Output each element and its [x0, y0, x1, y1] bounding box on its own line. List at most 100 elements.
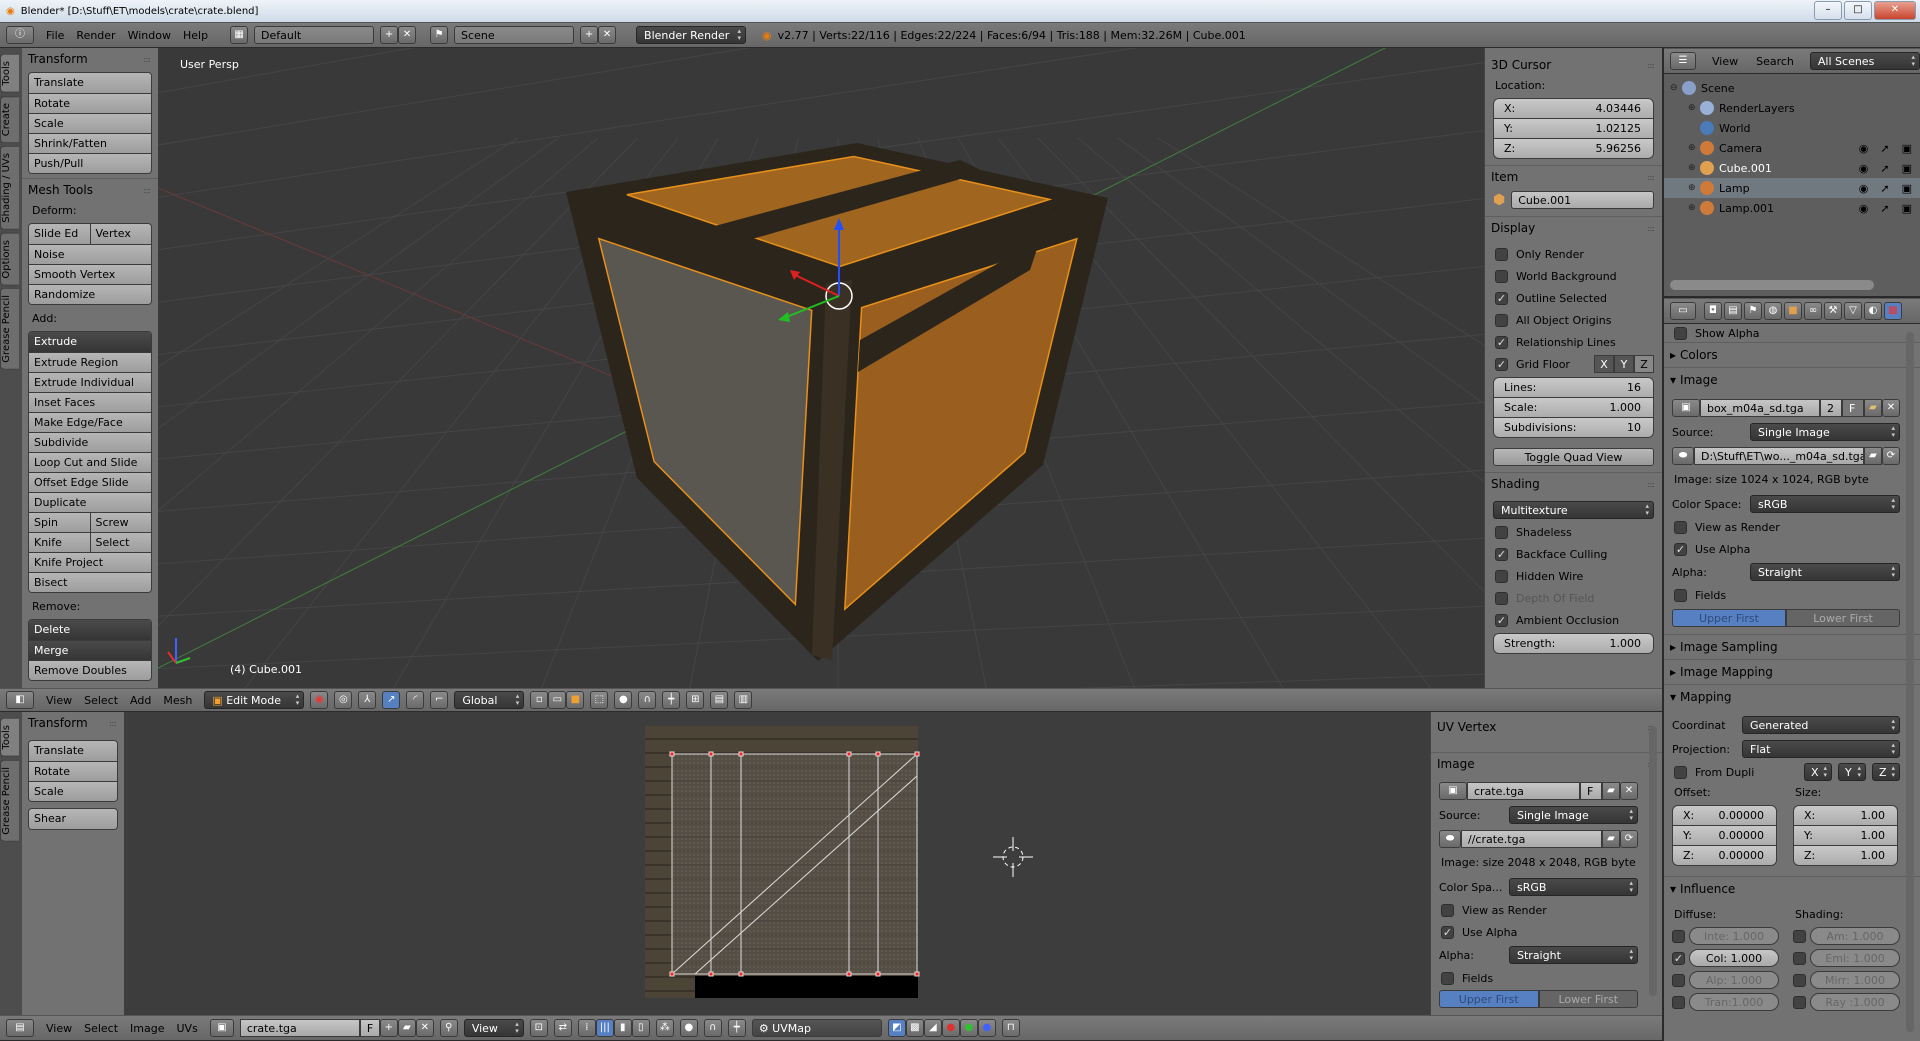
maximize-button[interactable]: □ — [1844, 1, 1872, 20]
scale-button[interactable]: Scale — [29, 114, 151, 133]
knife-button[interactable]: Knife — [29, 533, 90, 552]
extrude-button[interactable]: Extrude — [29, 332, 151, 352]
new-image-icon[interactable]: + — [379, 1019, 398, 1037]
island-select-mode-icon[interactable]: ▯ — [631, 1019, 650, 1037]
grid-floor-checkbox[interactable]: ✓ — [1495, 357, 1508, 371]
fake-user-button[interactable]: F — [1842, 399, 1864, 417]
offset-edge-slide-button[interactable]: Offset Edge Slide — [29, 473, 151, 492]
grid-axis-y-toggle[interactable]: Y — [1614, 355, 1634, 373]
slide-ed-button[interactable]: Slide Ed — [29, 224, 90, 244]
expand-icon[interactable]: ⊕ — [1688, 183, 1700, 193]
reload-image-icon[interactable]: ⟳ — [1882, 447, 1900, 465]
uv-snap-icon[interactable]: ∩ — [703, 1019, 722, 1037]
col-1-000-slider[interactable]: Col: 1.000 — [1689, 949, 1779, 967]
shadeless-checkbox[interactable] — [1495, 525, 1508, 539]
draw-uv-overlay-icon[interactable]: ◩ — [887, 1019, 906, 1037]
inte-1-000-slider[interactable]: Inte: 1.000 — [1689, 927, 1779, 945]
emi-1-000-slider[interactable]: Emi: 1.000 — [1810, 949, 1900, 967]
view-mode-dropdown[interactable]: View — [463, 1019, 524, 1037]
outliner-item-lamp-001[interactable]: ⊕ Lamp.001 ◉ ➚ ▣ — [1664, 198, 1920, 218]
z-field[interactable]: Z: 0.00000 — [1673, 845, 1776, 865]
mesh-tools-panel-header[interactable]: Mesh Tools:::: — [22, 178, 158, 201]
tab-tools[interactable]: Tools — [0, 54, 19, 93]
x-field[interactable]: X: 4.03446 — [1494, 99, 1653, 118]
uv-open-image-icon[interactable]: ▰ — [1602, 782, 1620, 800]
subdivisions-field[interactable]: Subdivisions: 10 — [1494, 417, 1653, 437]
from-dupli-checkbox[interactable] — [1674, 765, 1687, 779]
am-1-000-slider[interactable]: Am: 1.000 — [1810, 927, 1900, 945]
grid-axis-x-toggle[interactable]: X — [1594, 355, 1614, 373]
rotate-manipulator-icon[interactable]: ◜ — [406, 691, 425, 709]
only-render-checkbox[interactable] — [1495, 247, 1508, 261]
scale-button[interactable]: Scale — [29, 782, 117, 801]
footer-fake-user-button[interactable]: F — [359, 1019, 380, 1037]
extrude-region-button[interactable]: Extrude Region — [29, 353, 151, 372]
merge-button[interactable]: Merge — [29, 641, 151, 660]
spin-button[interactable]: Spin — [29, 513, 90, 532]
menu-view[interactable]: View — [40, 694, 78, 707]
upper-first-button[interactable]: Upper First — [1672, 609, 1786, 627]
uv-view-as-render-checkbox[interactable] — [1441, 903, 1454, 917]
grip-icon[interactable]: :::: — [1647, 61, 1655, 70]
vertex-select-mode-icon[interactable]: ⁞ — [577, 1019, 596, 1037]
outliner-item-renderlayers[interactable]: ⊕ RenderLayers — [1664, 98, 1920, 118]
render-camera-icon[interactable]: ▣ — [1902, 162, 1912, 175]
color-space-dropdown[interactable]: sRGB — [1750, 495, 1900, 513]
occlude-geometry-icon[interactable]: ⬚ — [590, 691, 609, 709]
scene-selector[interactable]: Scene — [454, 26, 575, 44]
menu-select[interactable]: Select — [78, 694, 124, 707]
editor-type-info-icon[interactable]: ⓘ — [6, 26, 34, 44]
outline-selected-checkbox[interactable]: ✓ — [1495, 291, 1508, 305]
rotate-button[interactable]: Rotate — [29, 94, 151, 113]
sticky-selection-icon[interactable]: ⁂ — [655, 1019, 674, 1037]
randomize-button[interactable]: Randomize — [29, 285, 151, 304]
rotate-button[interactable]: Rotate — [29, 762, 117, 781]
noise-button[interactable]: Noise — [29, 245, 151, 264]
packed-file-icon[interactable]: ⬬ — [1672, 447, 1694, 465]
influence-panel-header[interactable]: ▾ Influence:::: — [1664, 876, 1920, 901]
tran-1-000-checkbox[interactable] — [1672, 995, 1685, 1009]
image-users-count[interactable]: 2 — [1820, 399, 1842, 417]
translate-button[interactable]: Translate — [29, 741, 117, 761]
browse-file-icon[interactable]: ▰ — [1864, 447, 1882, 465]
display-alpha-icon[interactable]: ◢ — [923, 1019, 942, 1037]
image-name-field[interactable]: box_m04a_sd.tga — [1700, 399, 1820, 417]
tab-options[interactable]: Options — [0, 232, 19, 286]
texture-tab-icon[interactable]: ▩ — [1884, 302, 1902, 320]
y-field[interactable]: Y: 1.00 — [1794, 825, 1897, 845]
render-camera-icon[interactable]: ▣ — [1902, 142, 1912, 155]
unlink-image-icon[interactable]: ✕ — [1882, 399, 1900, 417]
eye-icon[interactable]: ◉ — [1859, 162, 1869, 175]
render-tab-icon[interactable]: ◘ — [1704, 302, 1722, 320]
shear-button[interactable]: Shear — [29, 809, 117, 829]
cursor-select-icon[interactable]: ➚ — [1880, 162, 1889, 175]
inset-faces-button[interactable]: Inset Faces — [29, 393, 151, 412]
properties-scrollbar[interactable] — [1906, 332, 1914, 1032]
footer-image-name-field[interactable]: crate.tga — [239, 1019, 360, 1037]
modifiers-tab-icon[interactable]: ⚒ — [1824, 302, 1842, 320]
uv-image-editor[interactable] — [124, 712, 1430, 1015]
tab-grease-pencil[interactable]: Grease Pencil — [0, 288, 19, 370]
world-background-checkbox[interactable] — [1495, 269, 1508, 283]
material-tab-icon[interactable]: ◐ — [1864, 302, 1882, 320]
eye-icon[interactable]: ◉ — [1859, 182, 1869, 195]
uv-map-field[interactable]: ⚙ UVMap — [751, 1019, 882, 1037]
scene-tab-icon[interactable]: ⚑ — [1744, 302, 1762, 320]
eye-icon[interactable]: ◉ — [1859, 142, 1869, 155]
vertex-select-icon[interactable]: ▫ — [530, 691, 549, 709]
tab-shading-uvs[interactable]: Shading / UVs — [0, 145, 19, 230]
uv-lower-first-button[interactable]: Lower First — [1538, 990, 1638, 1008]
toggle-quad-view-button[interactable]: Toggle Quad View — [1493, 448, 1654, 466]
uv-source-dropdown[interactable]: Single Image — [1509, 806, 1638, 824]
view-as-render-checkbox[interactable] — [1674, 520, 1687, 534]
duplicate-button[interactable]: Duplicate — [29, 493, 151, 512]
scale-field[interactable]: Scale: 1.000 — [1494, 397, 1653, 417]
tab-tools[interactable]: Tools — [0, 718, 19, 757]
am-1-000-checkbox[interactable] — [1793, 929, 1806, 943]
tran-1-000-slider[interactable]: Tran:1.000 — [1689, 993, 1779, 1011]
cursor-select-icon[interactable]: ➚ — [1880, 142, 1889, 155]
constraints-tab-icon[interactable]: ∞ — [1804, 302, 1822, 320]
sync-selection-icon[interactable]: ⇄ — [553, 1019, 572, 1037]
grip-icon[interactable]: :::: — [1647, 173, 1655, 182]
close-button[interactable]: ✕ — [1874, 1, 1916, 20]
